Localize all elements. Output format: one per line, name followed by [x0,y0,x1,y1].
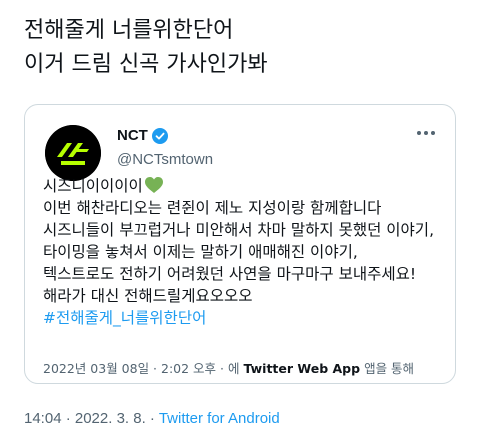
body-line-3: 시즈니들이 부끄럽거나 미안해서 차마 말하지 못했던 이야기, [43,221,434,239]
verified-badge-icon [151,127,168,144]
body-line-6: 해라가 대신 전해드릴게요오오오 [43,287,253,305]
body-line-4: 타이밍을 놓쳐서 이제는 말하기 애매해진 이야기, [43,243,358,261]
quote-body: 시즈니이이이이 이번 해찬라디오는 련쥔이 제노 지성이랑 함께합니다 시즈니들… [43,175,447,329]
quote-source-link[interactable]: Twitter Web App [243,361,360,376]
avatar[interactable] [45,125,101,181]
quote-date: 2022년 03월 08일 · 2:02 오후 · 에 [43,361,240,376]
body-line-text: 시즈니이이이이 [43,177,143,195]
author-name[interactable]: NCT [117,127,148,144]
tweet-line: 이거 드림 신곡 가사인가봐 [24,52,268,77]
tweet-time[interactable]: 14:04 · 2022. 3. 8. · [24,410,155,427]
hashtag-link[interactable]: #전해줄게_너를위한단어 [43,307,447,329]
body-line-2: 이번 해찬라디오는 련쥔이 제노 지성이랑 함께합니다 [43,199,382,217]
more-options-icon[interactable] [417,131,439,137]
body-line-5: 텍스트로도 전하기 어려웠던 사연을 마구마구 보내주세요! [43,265,417,283]
quote-meta: 2022년 03월 08일 · 2:02 오후 · 에 Twitter Web … [43,358,414,377]
author-handle[interactable]: @NCTsmtown [117,151,213,168]
tweet-text: 전해줄게 너를위한단어 이거 드림 신곡 가사인가봐 [24,14,464,82]
quoted-tweet-card[interactable]: NCT @NCTsmtown 시즈니이이이이 이번 해찬라디오는 련쥔이 제노 … [24,104,456,384]
tweet-source-link[interactable]: Twitter for Android [159,410,280,427]
tweet-timestamp: 14:04 · 2022. 3. 8. · Twitter for Androi… [24,410,280,427]
quote-source-suffix: 앱을 통해 [364,361,415,376]
body-line-1: 시즈니이이이이 [43,175,447,197]
nct-logo-icon [45,125,101,181]
author-row[interactable]: NCT [117,127,168,144]
tweet-line: 전해줄게 너를위한단어 [24,18,234,43]
green-heart-icon [144,177,163,193]
